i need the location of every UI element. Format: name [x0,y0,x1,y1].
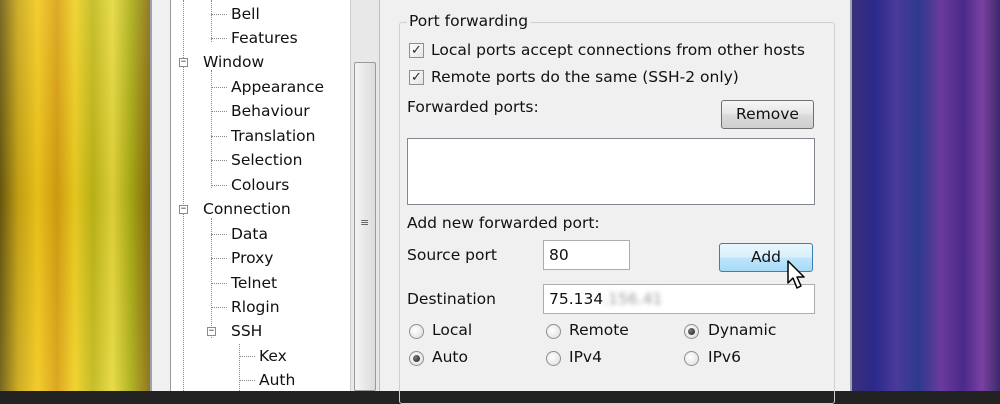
remote-ports-same-checkbox[interactable]: ✓ [409,70,424,85]
ipv4-radio-label[interactable]: IPv4 [569,348,602,366]
remote-ports-same-label[interactable]: Remote ports do the same (SSH-2 only) [431,68,739,86]
auto-radio[interactable] [409,351,424,366]
ipv4-radio[interactable] [546,351,561,366]
collapse-icon[interactable]: − [207,327,216,336]
port-forwarding-title: Port forwarding [407,12,531,30]
tree-item-rlogin[interactable]: Rlogin [231,297,280,317]
tree-item-data[interactable]: Data [231,224,268,244]
forwarded-ports-list[interactable] [407,138,815,205]
source-port-label: Source port [407,246,497,264]
dynamic-radio-label[interactable]: Dynamic [708,321,776,339]
mouse-pointer-icon [787,260,805,289]
tree-guide-line [183,210,184,391]
dynamic-radio[interactable] [684,324,699,339]
tree-item-behaviour[interactable]: Behaviour [231,101,310,121]
tree-guide-line [211,218,212,338]
destination-label: Destination [407,290,496,308]
tree-item-features[interactable]: Features [231,28,298,48]
destination-input[interactable]: 75.134.156.41 [543,284,815,314]
tree-item-selection[interactable]: Selection [231,150,302,170]
scrollbar-thumb[interactable]: ≡ [354,62,376,391]
collapse-icon[interactable]: − [179,205,188,214]
scrollbar-grip-icon: ≡ [360,216,370,229]
desktop-wallpaper-left [0,0,150,391]
destination-value: 75.134 [549,290,604,308]
ipv6-radio[interactable] [684,351,699,366]
forwarded-ports-label: Forwarded ports: [407,98,539,116]
desktop-wallpaper-right [852,0,1000,391]
tree-item-bell[interactable]: Bell [231,4,260,24]
tree-item-appearance[interactable]: Appearance [231,77,324,97]
tree-item-translation[interactable]: Translation [231,126,315,146]
category-tree[interactable]: − − − Bell Features Window Appearance Be… [170,0,351,391]
collapse-icon[interactable]: − [179,58,188,67]
tree-item-kex[interactable]: Kex [259,346,287,366]
tree-item-telnet[interactable]: Telnet [231,273,277,293]
remove-button[interactable]: Remove [721,100,814,129]
remote-radio-label[interactable]: Remote [569,321,629,339]
remote-radio[interactable] [546,324,561,339]
tree-item-colours[interactable]: Colours [231,175,289,195]
local-radio[interactable] [409,324,424,339]
local-radio-label[interactable]: Local [432,321,472,339]
tree-item-window[interactable]: Window [203,52,264,72]
tree-scrollbar[interactable]: ≡ [350,0,380,391]
tree-item-connection[interactable]: Connection [203,199,291,219]
tree-guide-line [239,344,240,391]
putty-configuration-dialog: − − − Bell Features Window Appearance Be… [150,0,852,404]
add-new-forwarded-port-label: Add new forwarded port: [407,214,600,232]
auto-radio-label[interactable]: Auto [432,348,468,366]
tree-item-auth[interactable]: Auth [259,370,295,390]
tree-item-ssh[interactable]: SSH [231,321,262,341]
local-ports-accept-checkbox[interactable]: ✓ [409,43,424,58]
tree-guide-line [211,0,212,42]
tree-guide-line [183,0,184,210]
destination-obscured-value: .156.41 [603,290,663,308]
local-ports-accept-label[interactable]: Local ports accept connections from othe… [431,41,805,59]
source-port-input[interactable]: 80 [543,240,630,270]
ipv6-radio-label[interactable]: IPv6 [708,348,741,366]
tree-item-proxy[interactable]: Proxy [231,248,273,268]
